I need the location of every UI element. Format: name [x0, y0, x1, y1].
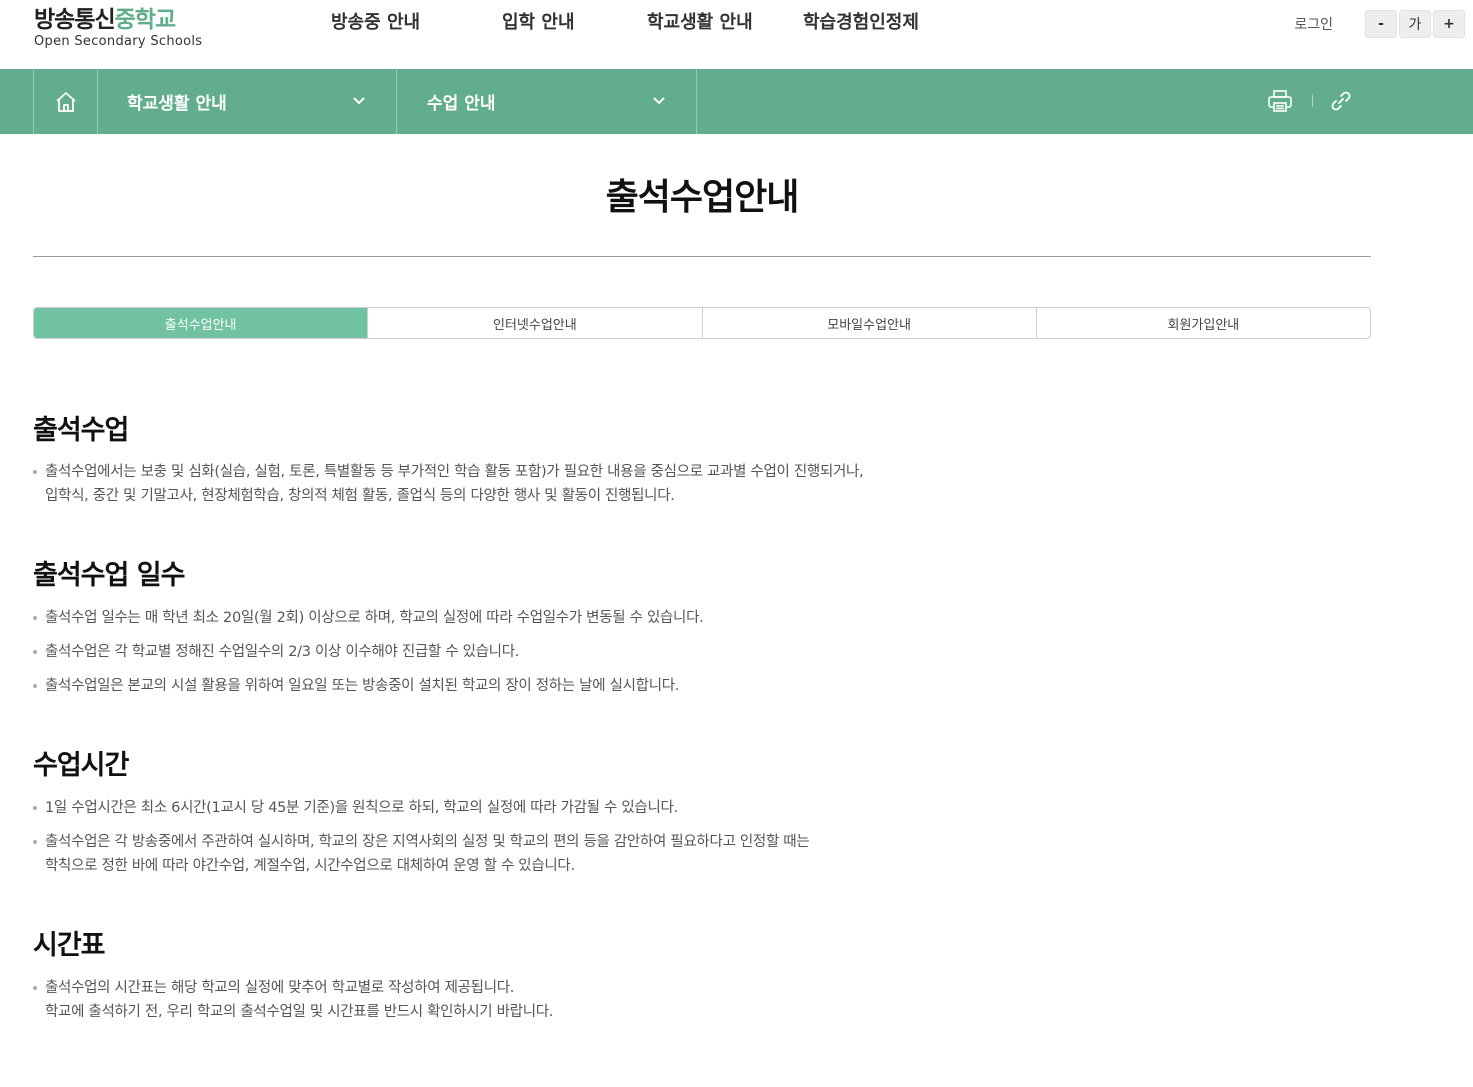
category-dropdown-label: 학교생활 안내 — [127, 94, 227, 114]
section-timetable: 시간표 출석수업의 시간표는 해당 학교의 실정에 맞추어 학교별로 작성하여 … — [33, 929, 553, 1024]
section-heading: 시간표 — [33, 930, 106, 961]
list-item-line: 입학식, 중간 및 기말고사, 현장체험학습, 창의적 체험 활동, 졸업식 등… — [45, 488, 675, 504]
chevron-down-icon — [353, 97, 365, 105]
list-item-line: 출석수업에서는 보충 및 심화(실습, 실험, 토론, 특별활동 등 부가적인 … — [45, 464, 864, 480]
list-item-line: 출석수업은 각 방송중에서 주관하여 실시하며, 학교의 장은 지역사회의 실정… — [45, 834, 810, 850]
tab-signup-guide[interactable]: 회원가입안내 — [1035, 308, 1370, 338]
list-item-line: 학칙으로 정한 바에 따라 야간수업, 계절수업, 시간수업으로 대체하여 운영… — [45, 858, 575, 874]
list-item-line: 출석수업은 각 학교별 정해진 수업일수의 2/3 이상 이수해야 진급할 수 … — [45, 644, 520, 660]
category-dropdown[interactable]: 학교생활 안내 — [97, 69, 397, 134]
content-tabs: 출석수업안내 인터넷수업안내 모바일수업안내 회원가입안내 — [33, 307, 1371, 339]
home-button[interactable] — [33, 69, 98, 134]
list-item: 출석수업은 각 학교별 정해진 수업일수의 2/3 이상 이수해야 진급할 수 … — [33, 640, 703, 664]
page-title: 출석수업안내 — [605, 177, 800, 218]
link-icon[interactable] — [1330, 90, 1352, 112]
tab-internet-class[interactable]: 인터넷수업안내 — [367, 308, 701, 338]
list-item: 출석수업일은 본교의 시설 활용을 위하여 일요일 또는 방송중이 설치된 학교… — [33, 674, 703, 698]
tab-attendance-class[interactable]: 출석수업안내 — [34, 308, 368, 338]
sub-nav-bar: 학교생활 안내 수업 안내 — [0, 69, 1473, 134]
list-item: 출석수업은 각 방송중에서 주관하여 실시하며, 학교의 장은 지역사회의 실정… — [33, 830, 810, 878]
section-attendance-days: 출석수업 일수 출석수업 일수는 매 학년 최소 20일(월 2회) 이상으로 … — [33, 559, 704, 698]
list-item-line: 출석수업 일수는 매 학년 최소 20일(월 2회) 이상으로 하며, 학교의 … — [45, 610, 704, 626]
list-item-line: 학교에 출석하기 전, 우리 학교의 출석수업일 및 시간표를 반드시 확인하시… — [45, 1004, 554, 1020]
font-increase-button[interactable]: + — [1433, 10, 1465, 38]
nav-item-credit-recognition[interactable]: 학습경험인정제 — [803, 11, 919, 35]
list-item: 출석수업 일수는 매 학년 최소 20일(월 2회) 이상으로 하며, 학교의 … — [33, 606, 704, 630]
list-item: 출석수업의 시간표는 해당 학교의 실정에 맞추어 학교별로 작성하여 제공됩니… — [33, 976, 553, 1024]
chevron-down-icon — [653, 97, 665, 105]
section-heading: 출석수업 일수 — [33, 560, 185, 591]
nav-item-school-life[interactable]: 학교생활 안내 — [647, 11, 753, 35]
login-link[interactable]: 로그인 — [1294, 14, 1333, 34]
nav-item-about[interactable]: 방송중 안내 — [331, 11, 420, 35]
page-dropdown[interactable]: 수업 안내 — [397, 69, 697, 134]
tab-mobile-class[interactable]: 모바일수업안내 — [701, 308, 1036, 338]
list-item: 출석수업에서는 보충 및 심화(실습, 실험, 토론, 특별활동 등 부가적인 … — [33, 460, 864, 508]
section-class-hours: 수업시간 1일 수업시간은 최소 6시간(1교시 당 45분 기준)을 원칙으로… — [33, 749, 810, 878]
logo-title: 방송통신중학교 — [34, 7, 176, 33]
home-icon — [55, 91, 76, 112]
print-icon[interactable] — [1266, 89, 1294, 113]
page-tools — [1266, 89, 1352, 113]
page-dropdown-label: 수업 안내 — [427, 94, 496, 114]
list-item-line: 출석수업일은 본교의 시설 활용을 위하여 일요일 또는 방송중이 설치된 학교… — [45, 678, 680, 694]
site-logo[interactable]: 방송통신중학교 Open Secondary Schools — [34, 6, 202, 49]
list-item: 1일 수업시간은 최소 6시간(1교시 당 45분 기준)을 원칙으로 하되, … — [33, 796, 809, 820]
tools-divider — [1312, 95, 1313, 107]
section-heading: 출석수업 — [33, 415, 129, 446]
site-header: 방송통신중학교 Open Secondary Schools 방송중 안내 입학… — [0, 0, 1473, 69]
list-item-line: 출석수업의 시간표는 해당 학교의 실정에 맞추어 학교별로 작성하여 제공됩니… — [45, 980, 515, 996]
title-divider — [33, 256, 1371, 257]
section-heading: 수업시간 — [33, 750, 129, 781]
logo-subtitle: Open Secondary Schools — [34, 34, 203, 49]
utility-bar: 로그인 - 가 + — [1294, 10, 1465, 38]
font-decrease-button[interactable]: - — [1365, 10, 1397, 38]
nav-item-admission[interactable]: 입학 안내 — [502, 11, 575, 35]
font-reset-button[interactable]: 가 — [1399, 10, 1431, 38]
section-attendance-class: 출석수업 출석수업에서는 보충 및 심화(실습, 실험, 토론, 특별활동 등 … — [33, 414, 864, 508]
list-item-line: 1일 수업시간은 최소 6시간(1교시 당 45분 기준)을 원칙으로 하되, … — [45, 800, 678, 816]
